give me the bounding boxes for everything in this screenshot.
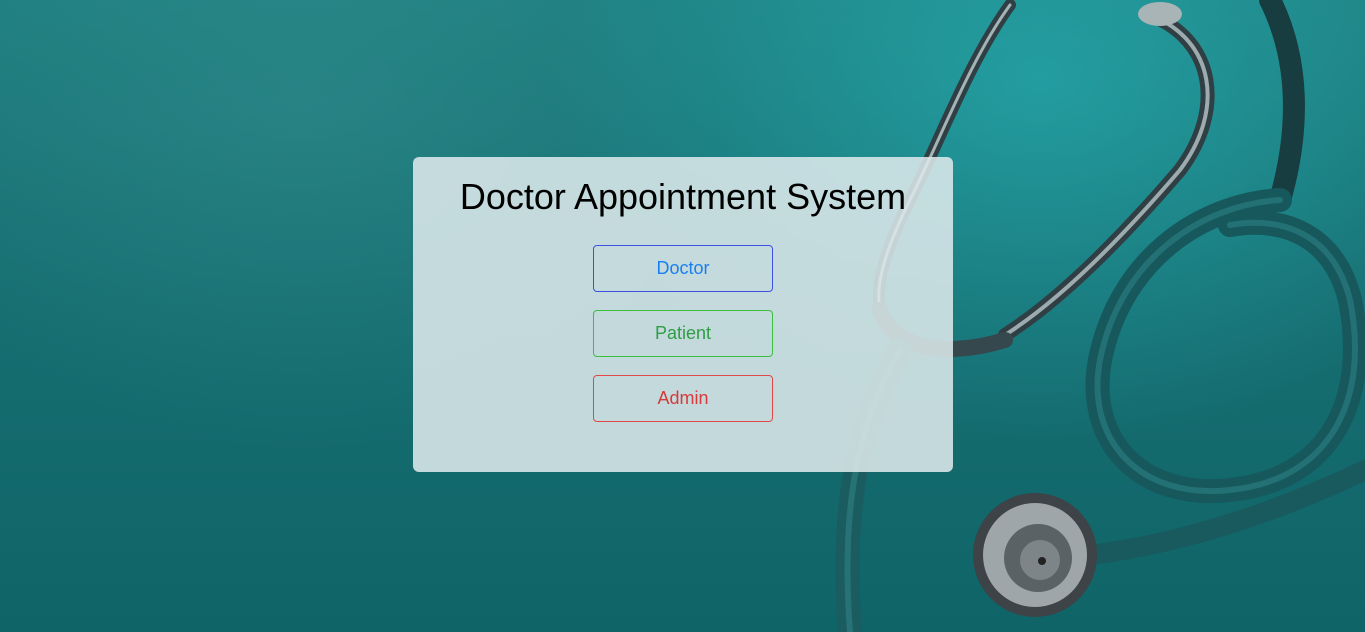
doctor-button[interactable]: Doctor xyxy=(593,245,773,292)
patient-button[interactable]: Patient xyxy=(593,310,773,357)
page-title: Doctor Appointment System xyxy=(459,176,907,217)
admin-button[interactable]: Admin xyxy=(593,375,773,422)
role-selection-card: Doctor Appointment System Doctor Patient… xyxy=(413,157,953,472)
